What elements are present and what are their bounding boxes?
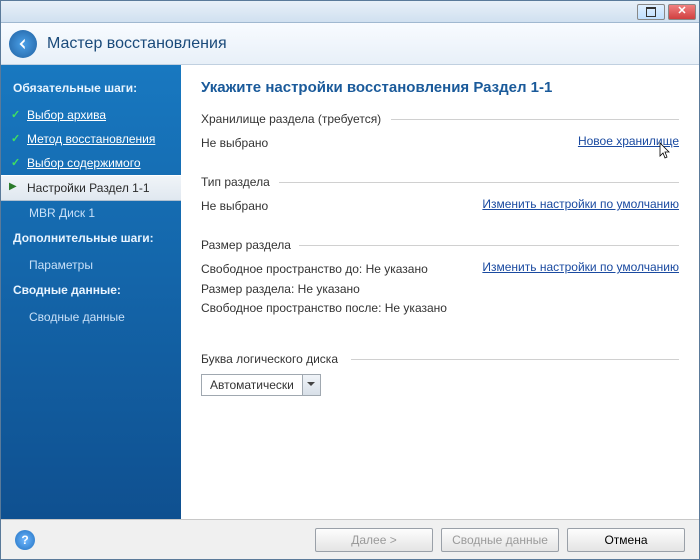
free-before: Свободное пространство до: Не указано xyxy=(201,260,447,279)
sidebar-item-params[interactable]: Параметры xyxy=(1,253,181,277)
sidebar-item-summary[interactable]: Сводные данные xyxy=(1,305,181,329)
sidebar-item-label: Выбор архива xyxy=(27,108,106,122)
next-button[interactable]: Далее > xyxy=(315,528,433,552)
sidebar-item-label: Настройки Раздел 1-1 xyxy=(27,181,150,195)
back-button[interactable] xyxy=(9,30,37,58)
sidebar-item-label: Выбор содержимого xyxy=(27,156,141,170)
sidebar-item-archive[interactable]: Выбор архива xyxy=(1,103,181,127)
titlebar: ✕ xyxy=(1,1,699,23)
wizard-window: ✕ Мастер восстановления Обязательные шаг… xyxy=(0,0,700,560)
sidebar-item-settings[interactable]: Настройки Раздел 1-1 xyxy=(1,175,181,201)
group-label-type: Тип раздела xyxy=(201,175,679,189)
free-after: Свободное пространство после: Не указано xyxy=(201,299,447,318)
cancel-button[interactable]: Отмена xyxy=(567,528,685,552)
group-label-drive-letter: Буква логического диска xyxy=(201,352,679,366)
new-storage-link[interactable]: Новое хранилище xyxy=(578,134,679,148)
body: Обязательные шаги: Выбор архива Метод во… xyxy=(1,65,699,519)
sidebar-item-content[interactable]: Выбор содержимого xyxy=(1,151,181,175)
group-storage: Хранилище раздела (требуется) Не выбрано… xyxy=(201,112,679,153)
storage-value: Не выбрано xyxy=(201,134,268,153)
sidebar-item-label: MBR Диск 1 xyxy=(29,206,95,220)
group-label-size: Размер раздела xyxy=(201,238,679,252)
change-size-link[interactable]: Изменить настройки по умолчанию xyxy=(482,260,679,274)
sidebar-item-method[interactable]: Метод восстановления xyxy=(1,127,181,151)
window-title: Мастер восстановления xyxy=(47,35,227,53)
group-drive-letter: Буква логического диска Автоматически xyxy=(201,352,679,396)
sidebar-section-summary: Сводные данные: xyxy=(1,277,181,305)
change-type-link[interactable]: Изменить настройки по умолчанию xyxy=(482,197,679,211)
group-size: Размер раздела Свободное пространство до… xyxy=(201,238,679,318)
size-values: Свободное пространство до: Не указано Ра… xyxy=(201,260,447,318)
sidebar-section-optional: Дополнительные шаги: xyxy=(1,225,181,253)
header: Мастер восстановления xyxy=(1,23,699,65)
group-type: Тип раздела Не выбрано Изменить настройк… xyxy=(201,175,679,216)
dropdown-value: Автоматически xyxy=(202,378,302,392)
maximize-button[interactable] xyxy=(637,4,665,20)
close-button[interactable]: ✕ xyxy=(668,4,696,20)
help-button[interactable]: ? xyxy=(15,530,35,550)
page-title: Укажите настройки восстановления Раздел … xyxy=(201,79,679,96)
sidebar: Обязательные шаги: Выбор архива Метод во… xyxy=(1,65,181,519)
sidebar-item-label: Сводные данные xyxy=(29,310,125,324)
sidebar-item-mbr[interactable]: MBR Диск 1 xyxy=(1,201,181,225)
group-label-storage: Хранилище раздела (требуется) xyxy=(201,112,679,126)
footer-buttons: Далее > Сводные данные Отмена xyxy=(315,528,685,552)
drive-letter-dropdown[interactable]: Автоматически xyxy=(201,374,321,396)
content-pane: Укажите настройки восстановления Раздел … xyxy=(181,65,699,519)
type-value: Не выбрано xyxy=(201,197,268,216)
sidebar-section-required: Обязательные шаги: xyxy=(1,75,181,103)
footer: ? Далее > Сводные данные Отмена xyxy=(1,519,699,559)
sidebar-item-label: Параметры xyxy=(29,258,93,272)
back-arrow-icon xyxy=(16,37,30,51)
sidebar-item-label: Метод восстановления xyxy=(27,132,155,146)
partition-size: Размер раздела: Не указано xyxy=(201,280,447,299)
summary-button[interactable]: Сводные данные xyxy=(441,528,559,552)
chevron-down-icon xyxy=(302,375,320,395)
